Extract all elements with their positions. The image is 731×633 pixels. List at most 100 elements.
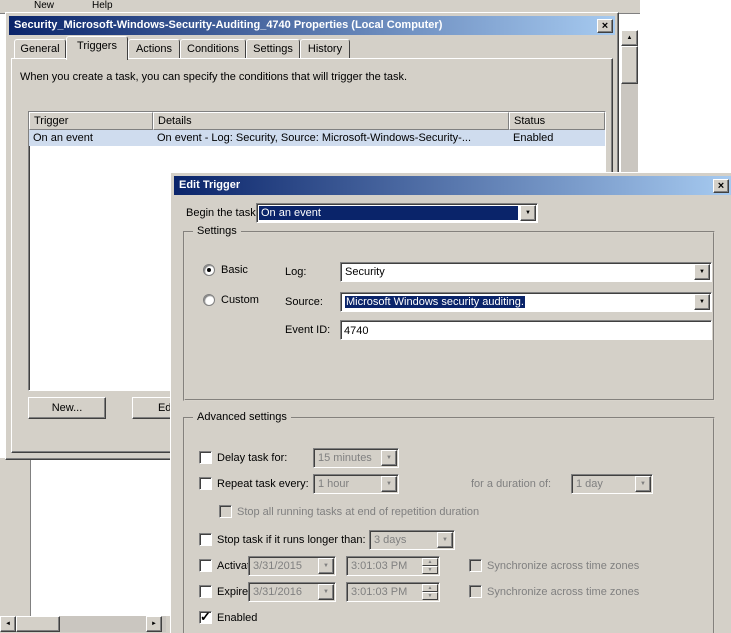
activate-sync-checkbox: [469, 559, 482, 572]
basic-radio-label[interactable]: Basic: [221, 264, 248, 276]
close-button[interactable]: ×: [597, 19, 613, 33]
spin-down-icon: ▼: [422, 592, 438, 600]
event-id-field[interactable]: 4740: [340, 320, 712, 340]
row-status-cell: Enabled: [509, 130, 605, 146]
menu-item-help[interactable]: Help: [92, 0, 113, 11]
spin-up-icon: ▲: [422, 584, 438, 592]
horizontal-scrollbar-thumb[interactable]: [16, 616, 60, 632]
selected-text: Microsoft Windows security auditing.: [345, 296, 525, 308]
repeat-label[interactable]: Repeat task every:: [217, 478, 309, 490]
stop-task-label[interactable]: Stop task if it runs longer than:: [217, 534, 366, 546]
edit-trigger-title: Edit Trigger: [179, 179, 240, 191]
triggers-list-header: Trigger Details Status: [29, 112, 605, 130]
chevron-down-icon: ▼: [318, 558, 334, 574]
expire-checkbox[interactable]: [199, 585, 212, 598]
console-content-area: [30, 460, 170, 616]
activate-sync-label: Synchronize across time zones: [487, 560, 639, 572]
column-header-details[interactable]: Details: [153, 112, 509, 130]
advanced-settings-group-label: Advanced settings: [193, 411, 291, 423]
new-button[interactable]: New...: [28, 397, 106, 419]
chevron-down-icon[interactable]: ▼: [520, 205, 536, 221]
scroll-right-icon[interactable]: ►: [146, 616, 162, 632]
source-value: Microsoft Windows security auditing.: [343, 295, 692, 309]
close-icon: ×: [718, 180, 724, 192]
delay-label[interactable]: Delay task for:: [217, 452, 287, 464]
close-button[interactable]: ×: [713, 179, 729, 193]
stop-all-checkbox: [219, 505, 232, 518]
console-window-fragment: ◄ ►: [0, 458, 170, 633]
menu-item-new[interactable]: New: [34, 0, 54, 11]
edit-trigger-dialog: Edit Trigger × Begin the task: On an eve…: [170, 172, 731, 633]
basic-radio[interactable]: [203, 264, 215, 276]
close-icon: ×: [602, 20, 608, 32]
expire-sync-label: Synchronize across time zones: [487, 586, 639, 598]
triggers-description: When you create a task, you can specify …: [20, 71, 407, 83]
activate-date-value: 3/31/2015: [251, 559, 316, 573]
begin-task-value: On an event: [259, 206, 518, 220]
stop-all-label: Stop all running tasks at end of repetit…: [237, 506, 479, 518]
row-details-cell: On event - Log: Security, Source: Micros…: [153, 130, 509, 146]
chevron-down-icon: ▼: [381, 450, 397, 466]
stop-task-checkbox[interactable]: [199, 533, 212, 546]
radio-dot-icon: [207, 268, 211, 272]
tab-general[interactable]: General: [14, 39, 66, 59]
chevron-down-icon: ▼: [635, 476, 651, 492]
tab-conditions[interactable]: Conditions: [180, 39, 246, 59]
console-horizontal-scrollbar[interactable]: ◄ ►: [0, 616, 166, 632]
column-header-status[interactable]: Status: [509, 112, 605, 130]
tab-actions[interactable]: Actions: [128, 39, 180, 59]
source-select[interactable]: Microsoft Windows security auditing. ▼: [340, 292, 712, 312]
spin-down-icon: ▼: [422, 566, 438, 574]
custom-radio[interactable]: [203, 294, 215, 306]
vertical-scrollbar-thumb[interactable]: [621, 46, 638, 84]
repeat-checkbox[interactable]: [199, 477, 212, 490]
activate-time-value: 3:01:03 PM: [349, 559, 420, 573]
table-row[interactable]: On an event On event - Log: Security, So…: [29, 130, 605, 146]
expire-time-value: 3:01:03 PM: [349, 585, 420, 599]
custom-radio-label[interactable]: Custom: [221, 294, 259, 306]
chevron-down-icon: ▼: [318, 584, 334, 600]
scroll-up-icon[interactable]: ▲: [621, 30, 638, 46]
expire-date-select: 3/31/2016 ▼: [248, 582, 336, 602]
tab-settings[interactable]: Settings: [246, 39, 300, 59]
delay-checkbox[interactable]: [199, 451, 212, 464]
edit-trigger-titlebar[interactable]: Edit Trigger ×: [174, 176, 731, 195]
log-select[interactable]: Security ▼: [340, 262, 712, 282]
chevron-down-icon[interactable]: ▼: [694, 294, 710, 310]
tab-triggers[interactable]: Triggers: [66, 36, 128, 60]
tab-history[interactable]: History: [300, 39, 350, 59]
log-label: Log:: [285, 266, 306, 278]
duration-value: 1 day: [574, 477, 633, 491]
chevron-down-icon: ▼: [381, 476, 397, 492]
begin-task-select[interactable]: On an event ▼: [256, 203, 538, 223]
check-icon: ✓: [200, 609, 211, 625]
source-label: Source:: [285, 296, 323, 308]
screen: New Help ▲ ◄ ► Security_Microsoft-Window…: [0, 0, 731, 633]
event-id-label: Event ID:: [285, 324, 330, 336]
enabled-label[interactable]: Enabled: [217, 612, 257, 624]
repeat-select: 1 hour ▼: [313, 474, 399, 494]
properties-titlebar[interactable]: Security_Microsoft-Windows-Security-Audi…: [9, 16, 615, 35]
settings-group: Settings Basic Custom Log: Security ▼ So…: [183, 231, 715, 401]
scroll-left-icon[interactable]: ◄: [0, 616, 16, 632]
activate-date-select: 3/31/2015 ▼: [248, 556, 336, 576]
spin-up-icon: ▲: [422, 558, 438, 566]
console-vertical-scrollbar[interactable]: ▲: [621, 30, 638, 172]
expire-date-value: 3/31/2016: [251, 585, 316, 599]
stop-task-value: 3 days: [372, 533, 435, 547]
row-trigger-cell: On an event: [29, 130, 153, 146]
delay-select: 15 minutes ▼: [313, 448, 399, 468]
column-header-trigger[interactable]: Trigger: [29, 112, 153, 130]
activate-checkbox[interactable]: [199, 559, 212, 572]
chevron-down-icon: ▼: [437, 532, 453, 548]
log-value: Security: [343, 265, 692, 279]
settings-group-label: Settings: [193, 225, 241, 237]
expire-label[interactable]: Expire:: [217, 586, 251, 598]
duration-select: 1 day ▼: [571, 474, 653, 494]
expire-sync-checkbox: [469, 585, 482, 598]
begin-task-label: Begin the task:: [186, 207, 259, 219]
delay-value: 15 minutes: [316, 451, 379, 465]
enabled-checkbox[interactable]: ✓: [199, 611, 212, 624]
chevron-down-icon[interactable]: ▼: [694, 264, 710, 280]
properties-title: Security_Microsoft-Windows-Security-Audi…: [14, 19, 442, 31]
